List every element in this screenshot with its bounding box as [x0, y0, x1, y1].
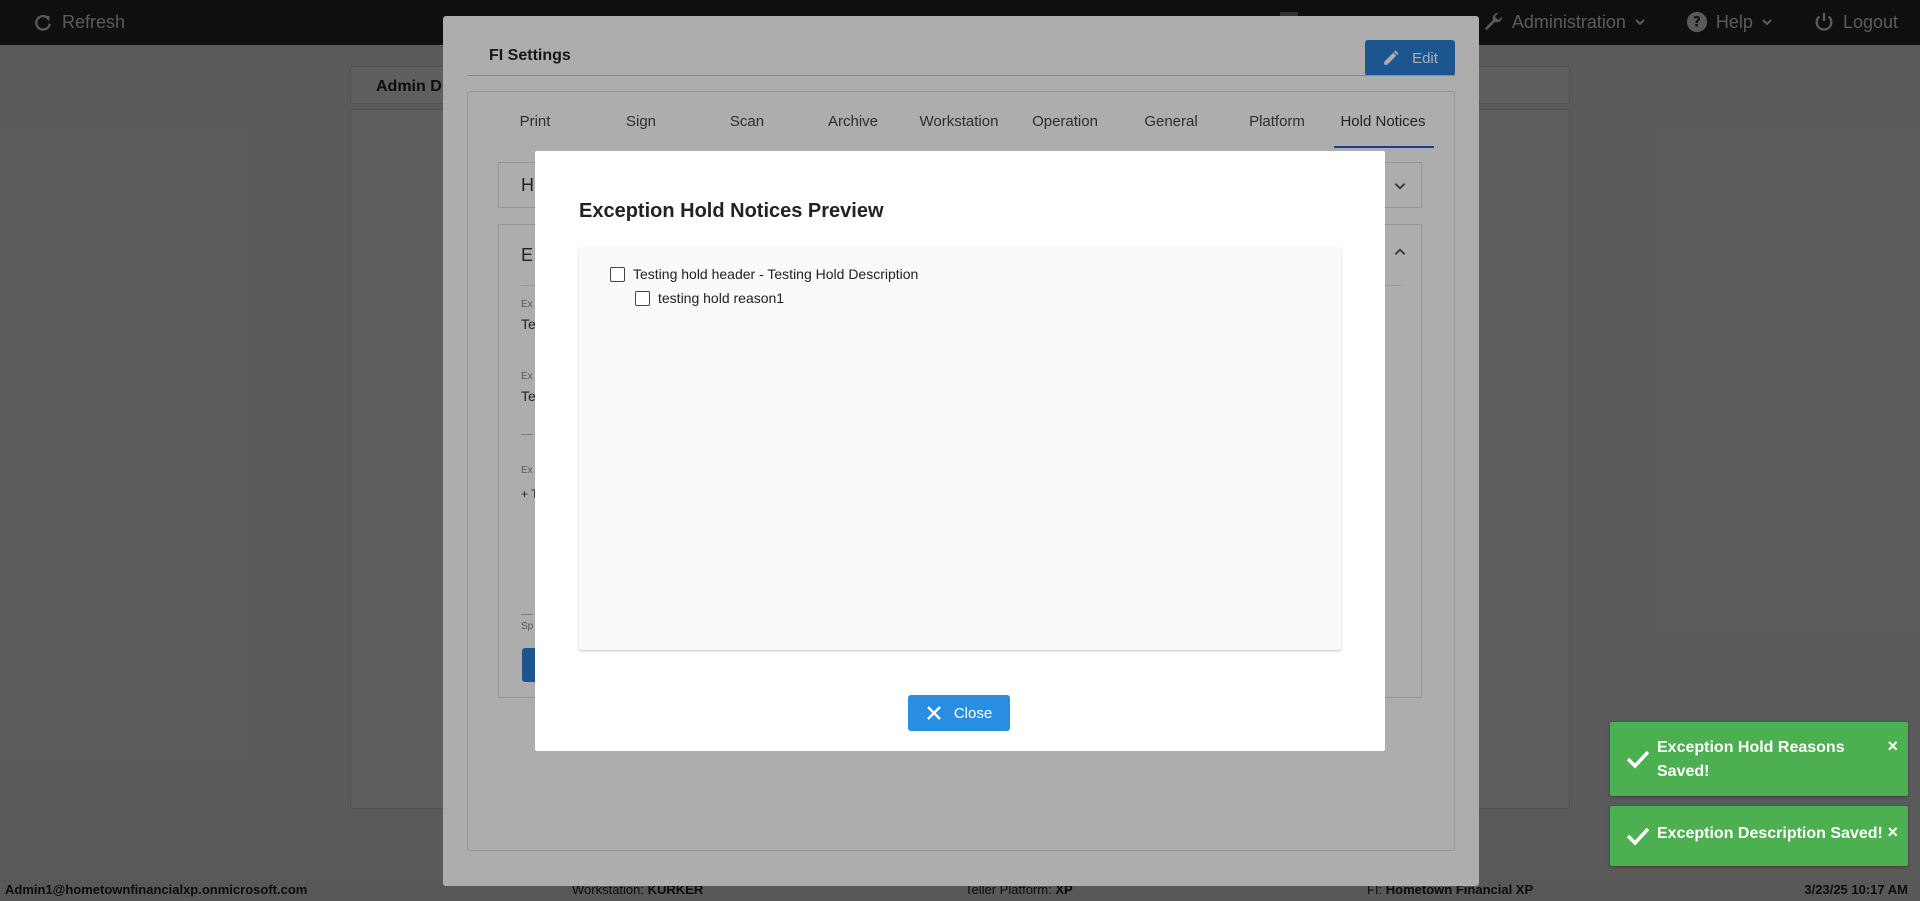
- tree-item: Testing hold header - Testing Hold Descr…: [610, 266, 918, 282]
- close-icon: [926, 706, 941, 720]
- preview-tree: Testing hold header - Testing Hold Descr…: [579, 248, 1341, 650]
- close-button[interactable]: Close: [908, 695, 1010, 731]
- hold-notices-preview-modal: Exception Hold Notices Preview Testing h…: [535, 151, 1385, 751]
- hold-header-checkbox[interactable]: [610, 266, 625, 282]
- preview-title: Exception Hold Notices Preview: [579, 200, 884, 222]
- toast-message: Exception Description Saved!: [1657, 825, 1883, 842]
- tree-item: testing hold reason1: [635, 290, 784, 306]
- tree-item-label: testing hold reason1: [658, 290, 785, 306]
- toast-success: Exception Description Saved! ×: [1610, 806, 1908, 866]
- toast-success: Exception Hold Reasons Saved! ×: [1610, 722, 1908, 796]
- toast-message: Exception Hold Reasons Saved!: [1657, 739, 1845, 780]
- tree-item-label: Testing hold header - Testing Hold Descr…: [633, 266, 919, 282]
- toast-close-icon[interactable]: ×: [1887, 736, 1898, 757]
- toast-close-icon[interactable]: ×: [1887, 822, 1898, 843]
- hold-reason-checkbox[interactable]: [635, 290, 650, 306]
- close-label: Close: [953, 704, 993, 722]
- checkmark-icon: [1626, 750, 1650, 769]
- checkmark-icon: [1626, 827, 1650, 846]
